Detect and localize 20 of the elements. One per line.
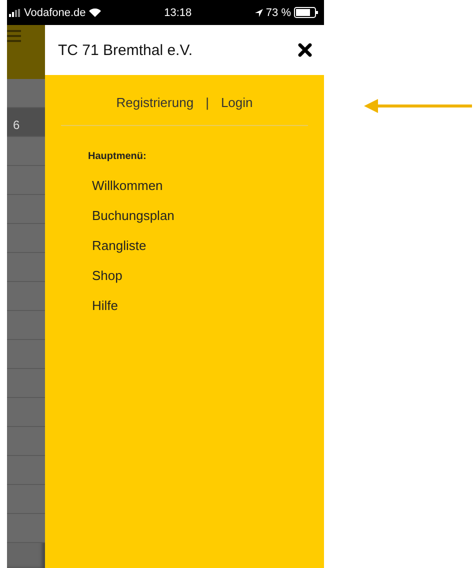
menu-item[interactable]: Buchungsplan (92, 208, 174, 223)
signal-icon (9, 8, 21, 16)
arrow-icon (364, 98, 472, 114)
login-link[interactable]: Login (220, 95, 253, 110)
menu-item[interactable]: Hilfe (92, 298, 118, 313)
wifi-icon (88, 8, 101, 17)
carrier: Vodafone.de (9, 6, 101, 18)
battery-icon (294, 7, 318, 18)
close-button[interactable] (298, 43, 312, 57)
location-icon (254, 8, 263, 16)
menu-item[interactable]: Rangliste (92, 238, 146, 253)
section-title: Hauptmenü: (88, 151, 148, 162)
table-cell: 6 (7, 108, 45, 137)
menu-item[interactable]: Shop (92, 268, 122, 283)
register-link[interactable]: Registrierung (116, 95, 194, 110)
drawer-title: TC 71 Bremthal e.V. (58, 42, 193, 58)
battery-level: 73 % (266, 6, 291, 18)
separator: | (206, 95, 209, 110)
menu-item[interactable]: Willkommen (92, 178, 163, 193)
clock: 13:18 (164, 6, 192, 18)
